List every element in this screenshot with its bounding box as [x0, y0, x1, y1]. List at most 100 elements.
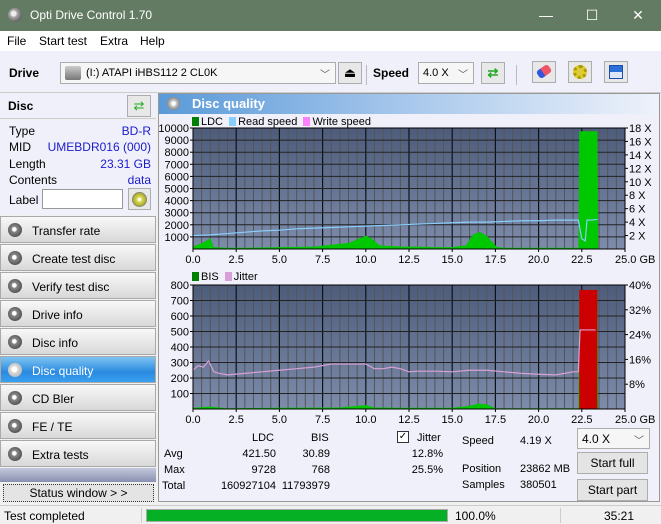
maximize-button[interactable]: ☐ — [569, 0, 615, 31]
start-part-button[interactable]: Start part — [577, 479, 648, 501]
avg-jitter: 12.8% — [411, 448, 443, 460]
extra-tests-icon — [8, 447, 22, 461]
position-label: Position — [462, 463, 502, 475]
chevron-down-icon: ﹀ — [320, 70, 330, 81]
status-window-button[interactable]: Status window > > — [3, 484, 154, 502]
minimize-button[interactable]: — — [523, 0, 569, 31]
bis-max-bar — [579, 289, 598, 409]
x-tick-label: 22.5 — [571, 414, 592, 424]
avg-bis: 30.89 — [302, 448, 330, 460]
y-tick-label: 400 — [171, 342, 189, 354]
toolbar-separator — [516, 65, 517, 85]
nav-extra-tests[interactable]: Extra tests — [0, 440, 156, 467]
nav-disc-quality[interactable]: Disc quality — [0, 356, 156, 383]
y-tick-label: 7000 — [165, 159, 189, 171]
max-label: Max — [164, 464, 185, 476]
refresh-button[interactable]: ⇄ — [481, 62, 505, 84]
y2-tick-label: 16 X — [629, 136, 652, 148]
y-tick-label: 200 — [171, 373, 189, 385]
x-tick-label: 22.5 — [571, 254, 592, 264]
toolbar-separator — [366, 65, 367, 85]
jitter-checkbox[interactable]: ✓ — [397, 431, 409, 443]
speed-select[interactable]: 4.0 X ﹀ — [418, 62, 474, 84]
drive-value: (I:) ATAPI iHBS112 2 CL0K — [86, 67, 218, 79]
x-tick-label: 5.0 — [272, 414, 287, 424]
disc-title: Disc — [8, 99, 34, 113]
speed-value: 4.19 X — [520, 435, 552, 447]
left-panel: Disc ⇄ Type BD-R MID UMEBDR016 (000) Lengt… — [0, 93, 157, 505]
nav-filler — [0, 468, 156, 482]
verify-disc-icon — [8, 279, 22, 293]
y2-tick-label: 32% — [629, 305, 651, 317]
nav-disc-info[interactable]: Disc info — [0, 328, 156, 355]
nav-verify-test-disc[interactable]: Verify test disc — [0, 272, 156, 299]
x-tick-label: 10.0 — [355, 254, 376, 264]
drive-icon — [65, 66, 81, 80]
y2-tick-label: 6 X — [629, 204, 646, 216]
test-speed-select[interactable]: 4.0 X ﹀ — [577, 428, 650, 449]
x-tick-label: 17.5 — [485, 254, 506, 264]
y2-tick-label: 24% — [629, 330, 651, 342]
disc-quality-panel: Disc quality LDC Read speed Write speed … — [158, 93, 660, 502]
speed-label: Speed — [462, 435, 494, 447]
y-tick-label: 1000 — [165, 232, 189, 244]
close-button[interactable]: ✕ — [615, 0, 661, 31]
max-ldc: 9728 — [251, 464, 276, 476]
x-tick-label: 7.5 — [315, 414, 330, 424]
speed-label: Speed — [373, 66, 410, 80]
title-bar: Opti Drive Control 1.70 — ☐ ✕ — [0, 0, 661, 31]
x-tick-label: 10.0 — [355, 414, 376, 424]
y-tick-label: 600 — [171, 311, 189, 323]
cd-icon — [132, 192, 147, 207]
start-full-button[interactable]: Start full — [577, 452, 648, 474]
nav-cd-bler[interactable]: CD Bler — [0, 384, 156, 411]
app-disc-icon — [8, 8, 22, 22]
drive-info-icon — [8, 307, 22, 321]
nav-transfer-rate[interactable]: Transfer rate — [0, 216, 156, 243]
disc-refresh-button[interactable]: ⇄ — [127, 95, 151, 117]
y-tick-label: 8000 — [165, 147, 189, 159]
label-input[interactable] — [42, 189, 123, 209]
menu-extra[interactable]: Extra — [100, 34, 128, 48]
y-tick-label: 3000 — [165, 208, 189, 220]
y-tick-label: 2000 — [165, 220, 189, 232]
nav-fe-te[interactable]: FE / TE — [0, 412, 156, 439]
menu-help[interactable]: Help — [140, 34, 165, 48]
y-tick-label: 700 — [171, 296, 189, 308]
y2-tick-label: 40% — [629, 280, 651, 292]
total-bis: 11793979 — [281, 480, 330, 492]
eject-icon: ⏏ — [343, 65, 357, 80]
panel-title: Disc quality — [192, 96, 265, 111]
y-tick-label: 10000 — [159, 124, 189, 135]
x-tick-label: 0.0 — [185, 414, 200, 424]
toolbar: Drive (I:) ATAPI iHBS112 2 CL0K ﹀ ⏏ Spee… — [0, 51, 661, 93]
status-divider — [141, 508, 142, 523]
col-bis-header: BIS — [311, 432, 329, 444]
x-tick-label: 15.0 — [441, 414, 462, 424]
label-key: Label — [9, 193, 39, 207]
disc-length: Length 23.31 GB — [9, 157, 151, 171]
disc-quality-icon — [8, 363, 22, 377]
x-tick-label: 12.5 — [398, 254, 419, 264]
jitter-header: Jitter — [417, 432, 441, 444]
nav-drive-info[interactable]: Drive info — [0, 300, 156, 327]
erase-button[interactable] — [532, 61, 556, 83]
save-button[interactable] — [604, 61, 628, 83]
menu-start-test[interactable]: Start test — [39, 34, 87, 48]
y-tick-label: 9000 — [165, 135, 189, 147]
settings-button[interactable] — [568, 61, 592, 83]
position-value: 23862 MB — [520, 463, 571, 475]
y2-tick-label: 4 X — [629, 217, 646, 229]
fe-te-icon — [8, 419, 22, 433]
avg-label: Avg — [164, 448, 183, 460]
y2-tick-label: 18 X — [629, 124, 652, 135]
eraser-icon — [535, 63, 553, 80]
total-ldc: 160927104 — [220, 480, 276, 492]
total-label: Total — [162, 480, 186, 492]
drive-select[interactable]: (I:) ATAPI iHBS112 2 CL0K ﹀ — [60, 62, 336, 84]
eject-button[interactable]: ⏏ — [338, 62, 362, 84]
nav-create-test-disc[interactable]: Create test disc — [0, 244, 156, 271]
x-tick-label: 2.5 — [229, 254, 244, 264]
menu-file[interactable]: File — [7, 34, 26, 48]
label-button[interactable] — [128, 188, 151, 210]
